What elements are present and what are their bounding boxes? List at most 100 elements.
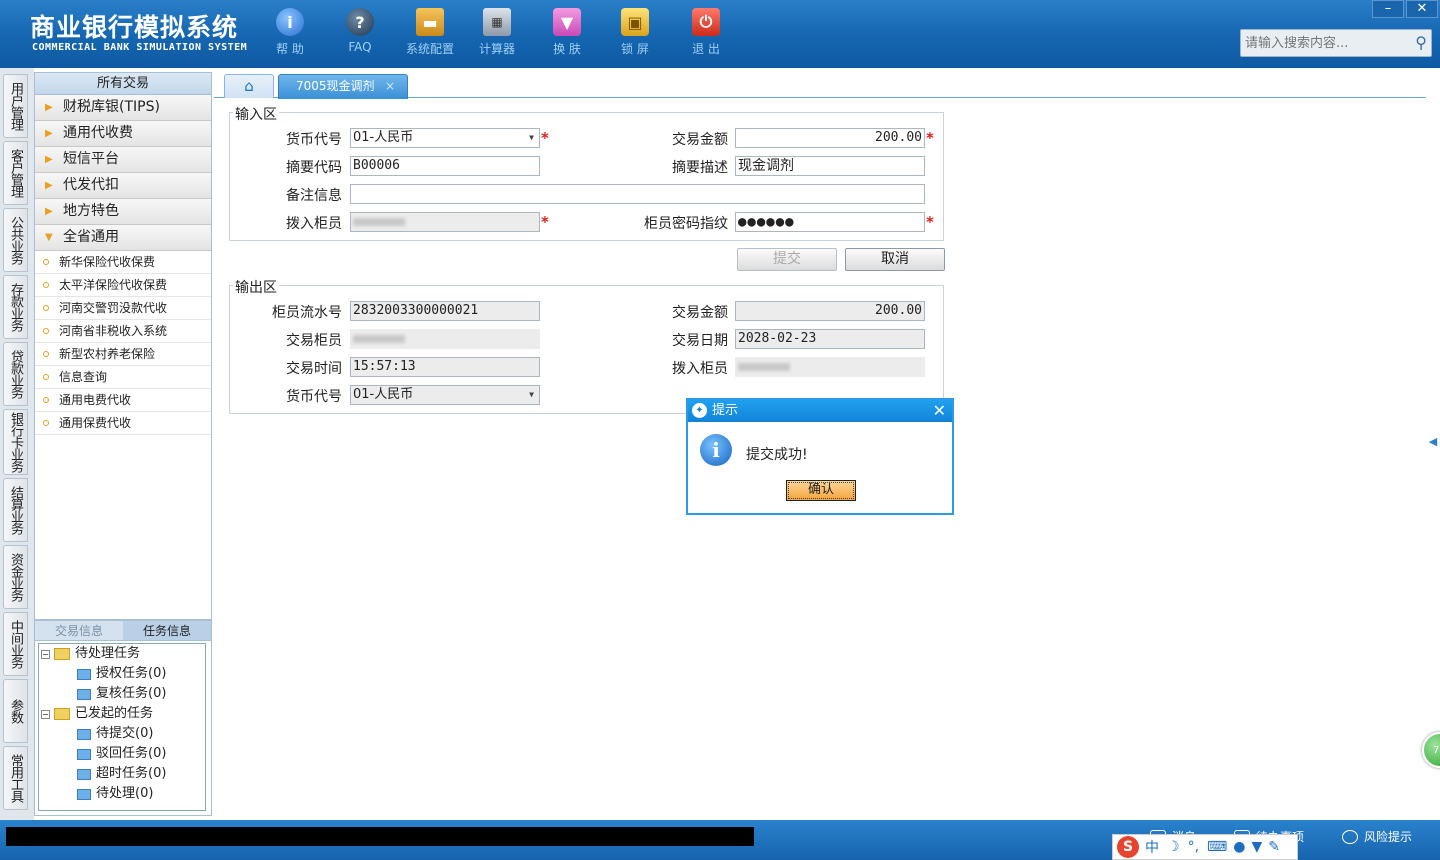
search-input[interactable] bbox=[1241, 30, 1401, 56]
amount-field[interactable]: 200.00 bbox=[735, 128, 925, 148]
redacted-value bbox=[353, 335, 405, 343]
faq-button[interactable]: ? FAQ bbox=[330, 8, 390, 54]
tree-node-initiated[interactable]: − 已发起的任务 bbox=[41, 705, 153, 723]
floating-badge[interactable]: 71 bbox=[1422, 732, 1440, 768]
bullet-icon bbox=[43, 282, 49, 288]
tree-node-label: 已发起的任务 bbox=[75, 706, 154, 721]
calculator-button[interactable]: ▦ 计算器 bbox=[467, 8, 527, 57]
ime-mode-toggle[interactable]: 中 bbox=[1145, 837, 1159, 857]
vtab-parameters[interactable]: 参数 bbox=[3, 679, 28, 743]
password-field[interactable]: ●●●●●● bbox=[735, 212, 925, 232]
help-label: 帮 助 bbox=[276, 42, 304, 56]
menu-category[interactable]: ▶ 财税库银(TIPS) bbox=[35, 95, 211, 121]
keyboard-icon[interactable]: ⌨ bbox=[1207, 839, 1227, 855]
shirt-small-icon[interactable]: ▼ bbox=[1251, 839, 1262, 855]
menu-item[interactable]: 通用电费代收 bbox=[35, 389, 211, 412]
folder-icon bbox=[54, 648, 70, 660]
task-icon bbox=[77, 728, 91, 740]
out-currency-select: 01-人民币 ▼ bbox=[350, 385, 540, 405]
bullet-icon bbox=[43, 420, 49, 426]
sogou-icon[interactable]: S bbox=[1117, 836, 1139, 858]
remark-field[interactable] bbox=[350, 184, 925, 204]
redacted-value bbox=[353, 218, 405, 226]
menu-item[interactable]: 新型农村养老保险 bbox=[35, 343, 211, 366]
menu-item[interactable]: 通用保费代收 bbox=[35, 412, 211, 435]
tab-transaction-info[interactable]: 交易信息 bbox=[35, 621, 123, 640]
menu-category[interactable]: ▶ 短信平台 bbox=[35, 147, 211, 173]
tree-leaf[interactable]: 待处理(0) bbox=[77, 785, 153, 803]
summary-desc-field[interactable]: 现金调剂 bbox=[735, 156, 925, 176]
date-label: 交易日期 bbox=[672, 333, 728, 349]
menu-item[interactable]: 河南省非税收入系统 bbox=[35, 320, 211, 343]
tree-leaf[interactable]: 授权任务(0) bbox=[77, 665, 166, 683]
help-button[interactable]: i 帮 助 bbox=[260, 8, 320, 57]
vtab-fund-business[interactable]: 资金业务 bbox=[3, 545, 28, 609]
punctuation-icon[interactable]: °, bbox=[1188, 839, 1199, 855]
time-field: 15:57:13 bbox=[350, 357, 540, 377]
user-icon[interactable]: ● bbox=[1233, 839, 1245, 855]
menu-category[interactable]: ▶ 地方特色 bbox=[35, 199, 211, 225]
tree-node-pending[interactable]: − 待处理任务 bbox=[41, 645, 140, 663]
menu-item[interactable]: 新华保险代收保费 bbox=[35, 251, 211, 274]
moon-icon[interactable]: ☽ bbox=[1167, 839, 1180, 855]
tree-leaf[interactable]: 驳回任务(0) bbox=[77, 745, 166, 763]
vtab-card-business[interactable]: 银行卡业务 bbox=[3, 409, 28, 475]
close-tab-icon[interactable]: × bbox=[385, 75, 395, 97]
app-header: 商业银行模拟系统 COMMERCIAL BANK SIMULATION SYST… bbox=[0, 0, 1440, 68]
close-window-button[interactable]: ✕ bbox=[1406, 0, 1438, 18]
bullet-icon bbox=[43, 259, 49, 265]
menu-category[interactable]: ▶ 通用代收费 bbox=[35, 121, 211, 147]
teller-field bbox=[350, 329, 540, 349]
bullet-icon bbox=[43, 374, 49, 380]
tab-task-info[interactable]: 任务信息 bbox=[123, 621, 211, 640]
menu-item-label: 河南省非税收入系统 bbox=[59, 324, 168, 338]
menu-item-label: 新华保险代收保费 bbox=[59, 255, 156, 269]
cancel-button[interactable]: 取消 bbox=[845, 248, 945, 271]
menu-item[interactable]: 信息查询 bbox=[35, 366, 211, 389]
tab-7005-cash-adjust[interactable]: 7005现金调剂 × bbox=[278, 74, 408, 99]
chevron-right-icon: ▶ bbox=[45, 128, 53, 139]
wrench-icon[interactable]: ✎ bbox=[1268, 839, 1280, 855]
menu-item[interactable]: 河南交警罚没款代收 bbox=[35, 297, 211, 320]
vtab-customer-management[interactable]: 客户管理 bbox=[3, 141, 28, 205]
lock-icon: ▣ bbox=[621, 8, 649, 36]
task-icon bbox=[77, 668, 91, 680]
vtab-common-tools[interactable]: 常用工具 bbox=[3, 746, 28, 810]
dialog-ok-button[interactable]: 确认 bbox=[786, 480, 856, 501]
teller-label: 交易柜员 bbox=[286, 333, 342, 349]
vtab-deposit-business[interactable]: 存款业务 bbox=[3, 275, 28, 339]
menu-item[interactable]: 太平洋保险代收保费 bbox=[35, 274, 211, 297]
dialog-close-button[interactable]: ✕ bbox=[933, 400, 946, 422]
collapse-icon[interactable]: − bbox=[41, 649, 50, 659]
tab-home[interactable]: ⌂ bbox=[224, 74, 274, 98]
vtab-user-management[interactable]: 用户管理 bbox=[3, 74, 28, 138]
summary-code-field[interactable]: B00006 bbox=[350, 156, 540, 176]
risk-alert-button[interactable]: 风险提示 bbox=[1342, 828, 1412, 845]
submit-button[interactable]: 提交 bbox=[737, 248, 837, 271]
lock-screen-label: 锁 屏 bbox=[621, 42, 649, 56]
vtab-settlement-business[interactable]: 结算业务 bbox=[3, 478, 28, 542]
collapse-icon[interactable]: − bbox=[41, 709, 50, 719]
exit-button[interactable]: ⏻ 退 出 bbox=[676, 8, 736, 57]
transfer-teller-field[interactable] bbox=[350, 212, 540, 232]
out-transfer-teller-field bbox=[735, 357, 925, 377]
menu-category[interactable]: ▶ 代发代扣 bbox=[35, 173, 211, 199]
collapse-right-panel-icon[interactable]: ◀ bbox=[1426, 420, 1440, 464]
vtab-loan-business[interactable]: 贷款业务 bbox=[3, 342, 28, 406]
tree-leaf[interactable]: 复核任务(0) bbox=[77, 685, 166, 703]
skin-button[interactable]: ▼ 换 肤 bbox=[537, 8, 597, 57]
lock-screen-button[interactable]: ▣ 锁 屏 bbox=[605, 8, 665, 57]
menu-category-label: 财税库银(TIPS) bbox=[63, 99, 160, 115]
tree-leaf[interactable]: 超时任务(0) bbox=[77, 765, 166, 783]
minimize-button[interactable]: – bbox=[1372, 0, 1404, 18]
vtab-intermediary-business[interactable]: 中间业务 bbox=[3, 612, 28, 676]
currency-select[interactable]: 01-人民币 ▼ bbox=[350, 128, 540, 148]
system-config-button[interactable]: ▬ 系统配置 bbox=[400, 8, 460, 57]
app-subtitle: COMMERCIAL BANK SIMULATION SYSTEM bbox=[32, 42, 248, 53]
task-icon bbox=[77, 688, 91, 700]
menu-category-expanded[interactable]: ▼ 全省通用 bbox=[35, 225, 211, 251]
vtab-public-business[interactable]: 公共业务 bbox=[3, 208, 28, 272]
search-icon[interactable]: ⚲ bbox=[1415, 33, 1427, 52]
chevron-down-icon: ▼ bbox=[45, 232, 53, 243]
tree-leaf[interactable]: 待提交(0) bbox=[77, 725, 153, 743]
